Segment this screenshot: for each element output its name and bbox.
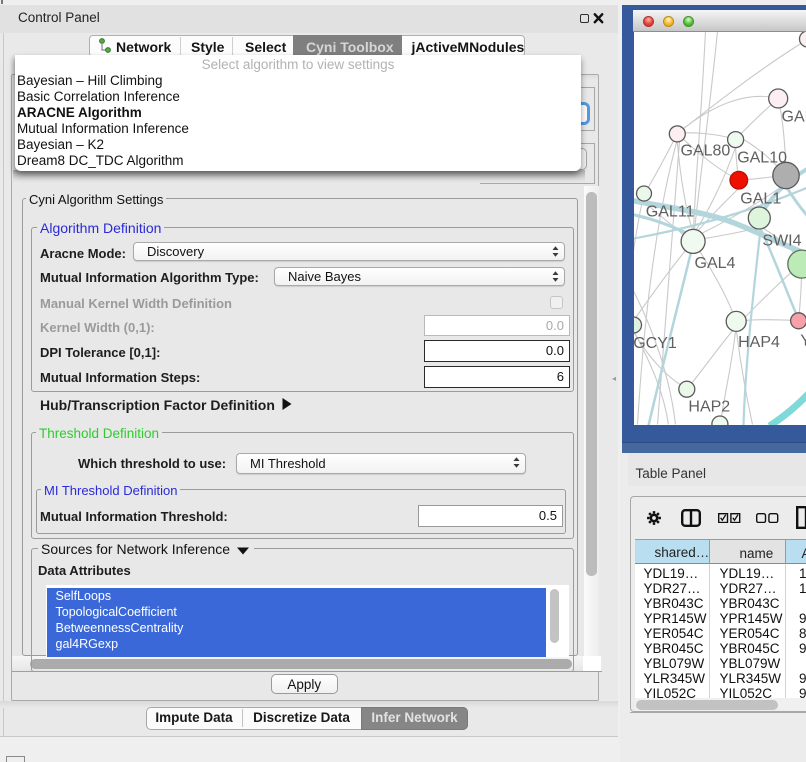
svg-text:GCY1: GCY1 [634, 335, 677, 352]
svg-text:Y: Y [800, 333, 806, 350]
svg-text:HAP2: HAP2 [688, 399, 730, 416]
svg-text:GAL4: GAL4 [694, 255, 735, 272]
svg-text:GAL11: GAL11 [645, 204, 694, 221]
svg-text:GAL7: GAL7 [781, 109, 806, 126]
svg-text:HAP4: HAP4 [738, 334, 780, 351]
svg-text:GAL80: GAL80 [680, 143, 730, 160]
svg-text:GAL10: GAL10 [737, 150, 787, 167]
svg-text:GAL1: GAL1 [740, 191, 781, 208]
svg-text:SWI4: SWI4 [762, 233, 801, 250]
